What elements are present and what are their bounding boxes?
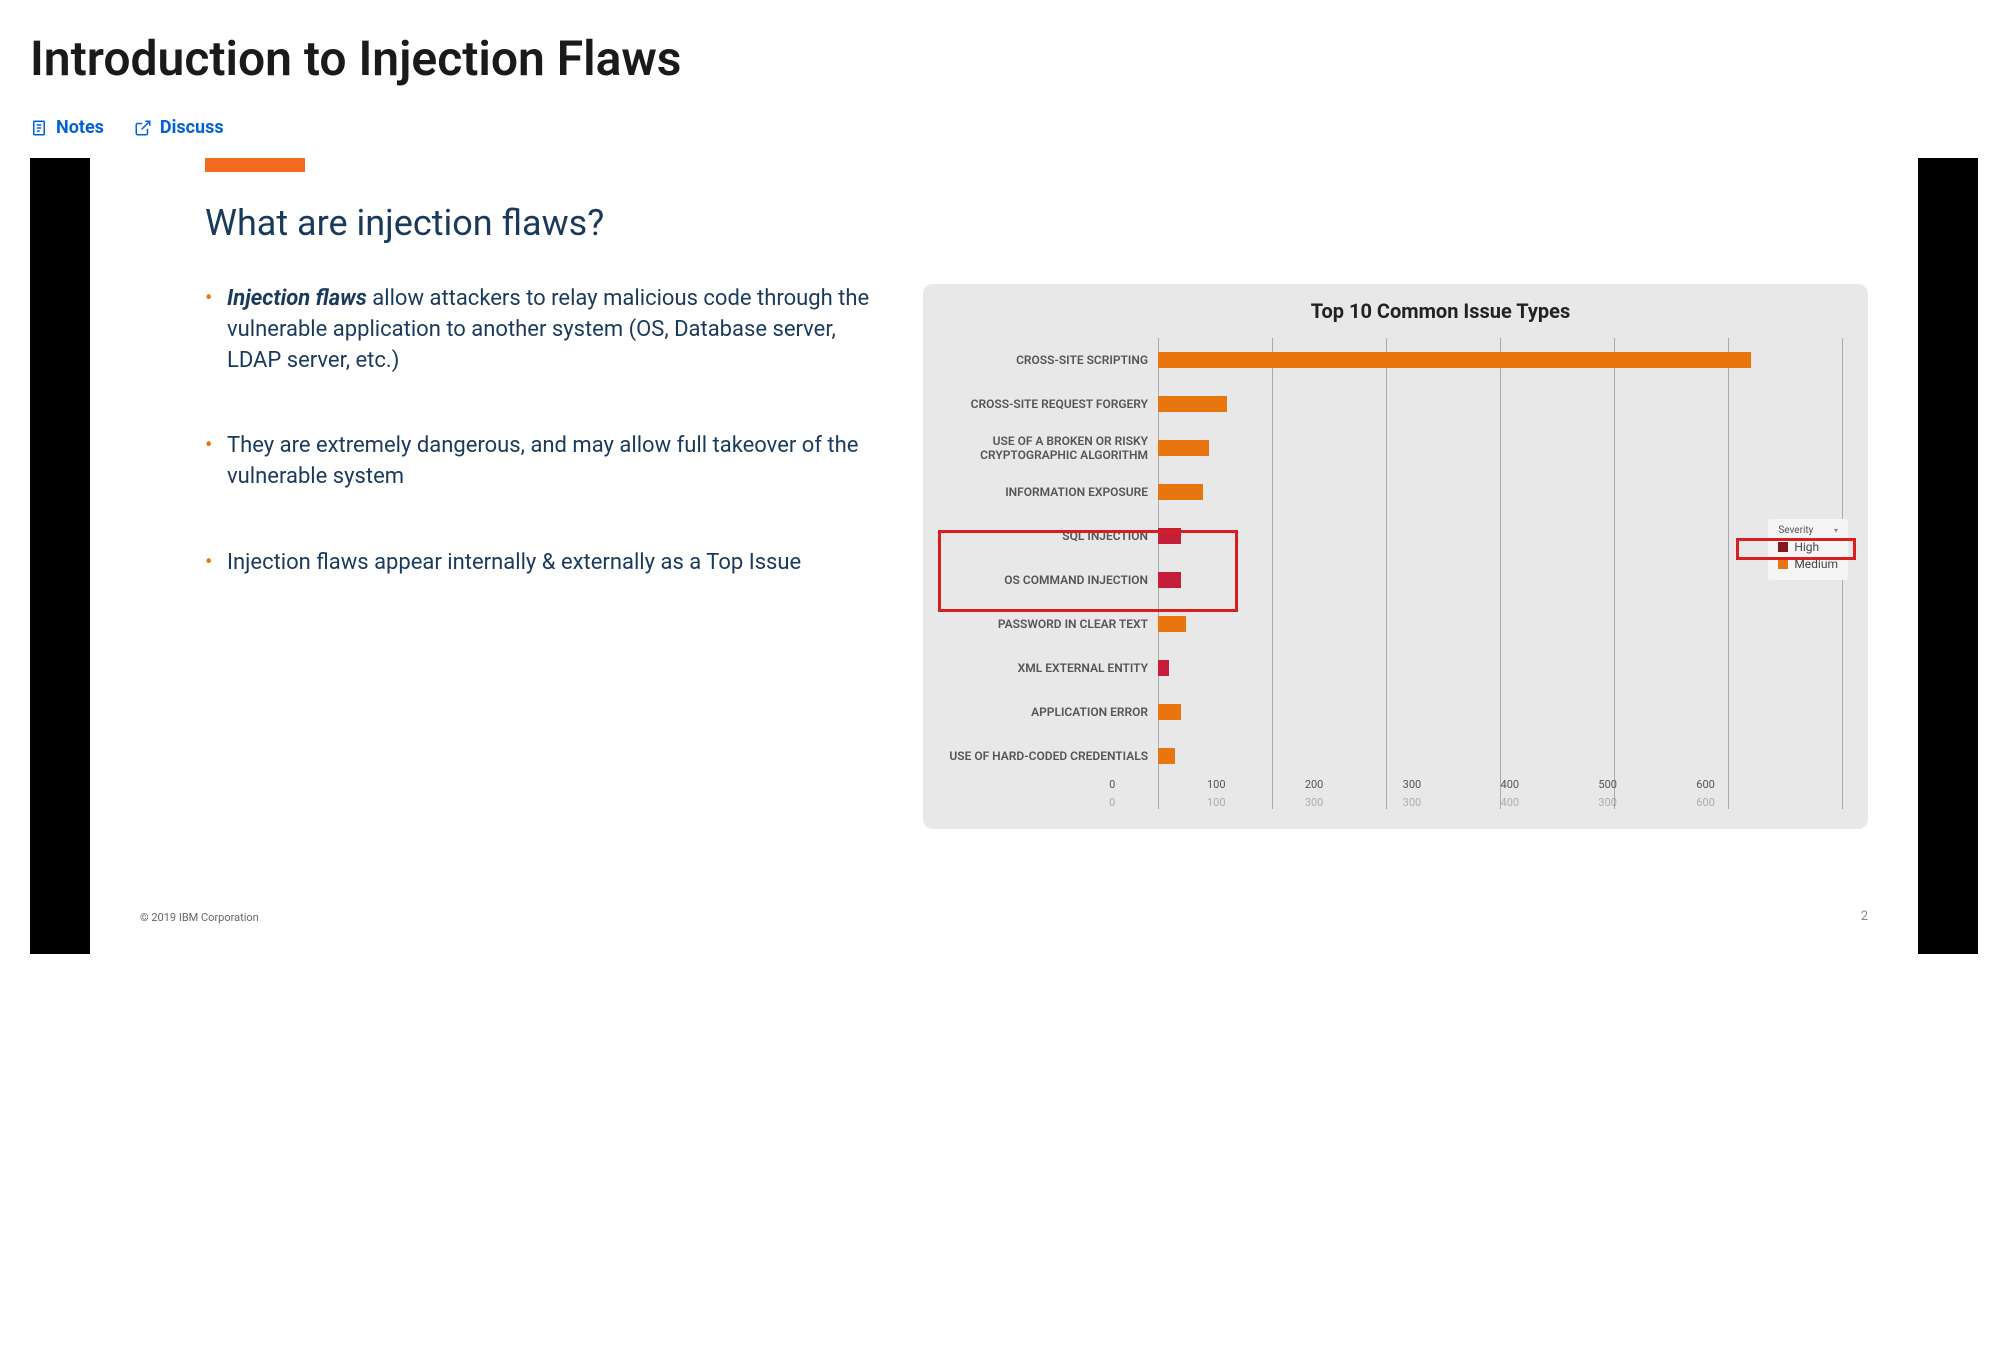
video-container: What are injection flaws? Injection flaw…: [30, 158, 1978, 954]
chart-category-label: OS COMMAND INJECTION: [938, 573, 1158, 587]
notes-link[interactable]: Notes: [30, 117, 104, 138]
slide-body: Injection flaws allow attackers to relay…: [140, 284, 1868, 829]
chart: Top 10 Common Issue Types CROSS-SITE SCR…: [923, 284, 1868, 829]
chart-bar: [1158, 528, 1181, 544]
chart-bar: [1158, 352, 1751, 368]
legend-title: Severity: [1778, 525, 1838, 536]
chart-legend: Severity High Medium: [1768, 519, 1848, 580]
chart-x-axis-reflection: 0 100 300 300 400 300 600: [1158, 796, 1843, 809]
notes-icon: [30, 119, 48, 137]
legend-item: High: [1778, 540, 1838, 554]
chart-rows: CROSS-SITE SCRIPTING CROSS-SITE REQUEST …: [938, 338, 1843, 809]
slide-number: 2: [1861, 909, 1868, 924]
notes-label: Notes: [56, 117, 104, 138]
chart-row: OS COMMAND INJECTION: [938, 558, 1843, 602]
page-title: Introduction to Injection Flaws: [30, 30, 1978, 87]
chart-x-axis: 0 100 200 300 400 500 600: [1158, 778, 1843, 791]
chart-row: PASSWORD IN CLEAR TEXT: [938, 602, 1843, 646]
bullet-item: Injection flaws allow attackers to relay…: [205, 284, 883, 376]
chart-bar: [1158, 396, 1226, 412]
chart-bar: [1158, 748, 1175, 764]
discuss-link[interactable]: Discuss: [134, 117, 224, 138]
legend-swatch-high: [1778, 542, 1788, 552]
chart-body: CROSS-SITE SCRIPTING CROSS-SITE REQUEST …: [938, 338, 1843, 809]
copyright: © 2019 IBM Corporation: [140, 911, 259, 924]
accent-bar: [205, 158, 305, 172]
chart-bar: [1158, 440, 1209, 456]
slide: What are injection flaws? Injection flaw…: [90, 158, 1918, 954]
external-link-icon: [134, 119, 152, 137]
chart-bar: [1158, 704, 1181, 720]
slide-footer: © 2019 IBM Corporation 2: [140, 909, 1868, 924]
chart-bar: [1158, 616, 1186, 632]
chart-category-label: XML EXTERNAL ENTITY: [938, 661, 1158, 675]
chart-category-label: PASSWORD IN CLEAR TEXT: [938, 617, 1158, 631]
chart-title: Top 10 Common Issue Types: [938, 299, 1843, 323]
bullet-item: Injection flaws appear internally & exte…: [205, 548, 883, 579]
chart-row: CROSS-SITE REQUEST FORGERY: [938, 382, 1843, 426]
chart-category-label: CROSS-SITE REQUEST FORGERY: [938, 397, 1158, 411]
chart-bar: [1158, 572, 1181, 588]
chart-category-label: APPLICATION ERROR: [938, 705, 1158, 719]
chart-bar: [1158, 484, 1203, 500]
chart-row: USE OF A BROKEN OR RISKY CRYPTOGRAPHIC A…: [938, 426, 1843, 470]
discuss-label: Discuss: [160, 117, 224, 138]
chart-bar: [1158, 660, 1169, 676]
chart-row: CROSS-SITE SCRIPTING: [938, 338, 1843, 382]
bullet-list: Injection flaws allow attackers to relay…: [140, 284, 883, 829]
slide-title: What are injection flaws?: [205, 202, 1868, 244]
chart-row: XML EXTERNAL ENTITY: [938, 646, 1843, 690]
action-bar: Notes Discuss: [30, 117, 1978, 138]
legend-item: Medium: [1778, 557, 1838, 571]
chart-category-label: USE OF HARD-CODED CREDENTIALS: [938, 749, 1158, 763]
chart-row: USE OF HARD-CODED CREDENTIALS: [938, 734, 1843, 778]
chart-category-label: USE OF A BROKEN OR RISKY CRYPTOGRAPHIC A…: [938, 434, 1158, 463]
legend-swatch-medium: [1778, 559, 1788, 569]
chart-category-label: INFORMATION EXPOSURE: [938, 485, 1158, 499]
chart-category-label: SQL INJECTION: [938, 529, 1158, 543]
chart-row: APPLICATION ERROR: [938, 690, 1843, 734]
bullet-item: They are extremely dangerous, and may al…: [205, 431, 883, 493]
chart-category-label: CROSS-SITE SCRIPTING: [938, 353, 1158, 367]
chart-row: SQL INJECTION: [938, 514, 1843, 558]
chart-row: INFORMATION EXPOSURE: [938, 470, 1843, 514]
